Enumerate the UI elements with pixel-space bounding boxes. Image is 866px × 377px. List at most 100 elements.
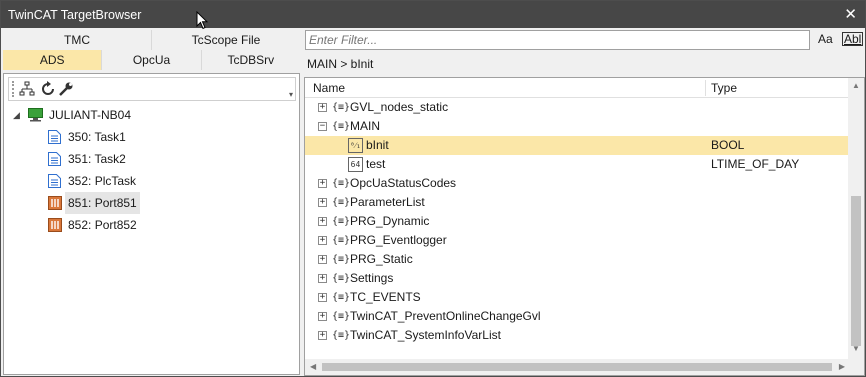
tree-node-label: 351: Task2 <box>68 152 126 166</box>
tab-tcscope-file[interactable]: TcScope File <box>152 30 300 50</box>
expand-icon[interactable]: + <box>318 255 327 264</box>
grid-row[interactable]: + {≡} TwinCAT_SystemInfoVarList <box>305 326 849 345</box>
task-icon <box>48 152 61 166</box>
right-pane: Aa Abl MAIN > bInit Name Type +{≡}GVL_no… <box>304 29 865 376</box>
namespace-icon: {≡} <box>332 121 351 132</box>
tree-node-port[interactable]: 851: Port851 <box>4 192 299 214</box>
target-browser-window: TwinCAT TargetBrowser ✕ TMC TcScope File… <box>0 0 866 377</box>
tree-view-icon[interactable] <box>19 81 35 97</box>
refresh-icon[interactable] <box>40 81 56 97</box>
collapse-icon[interactable]: − <box>318 122 327 131</box>
grid-row[interactable]: + {≡} OpcUaStatusCodes <box>305 174 849 193</box>
namespace-icon: {≡} <box>332 311 351 322</box>
plc-port-icon <box>48 196 62 210</box>
computer-icon <box>28 108 43 122</box>
expand-icon[interactable]: + <box>318 274 327 283</box>
match-case-toggle[interactable]: Aa <box>818 32 833 46</box>
tab-row-top: TMC TcScope File <box>3 30 300 50</box>
expand-icon[interactable]: + <box>318 103 327 112</box>
row-name: TwinCAT_PreventOnlineChangeGvl <box>350 309 541 323</box>
tree-node-label: 852: Port852 <box>68 218 137 232</box>
scroll-down-icon[interactable]: ▼ <box>852 344 860 353</box>
tree-node-port[interactable]: 852: Port852 <box>4 214 299 236</box>
bool-variable-icon: ⁰⁄₁ <box>348 138 363 153</box>
close-button[interactable]: ✕ <box>844 5 857 23</box>
scroll-right-icon[interactable]: ▶ <box>839 362 845 371</box>
plc-port-icon <box>48 218 62 232</box>
namespace-icon: {≡} <box>332 102 351 113</box>
horizontal-scrollbar[interactable]: ◀ ▶ <box>305 359 849 375</box>
grid-row[interactable]: + {≡} PRG_Eventlogger <box>305 231 849 250</box>
expand-icon[interactable]: + <box>318 331 327 340</box>
row-name: Settings <box>350 271 394 285</box>
scroll-thumb[interactable] <box>322 363 832 371</box>
expand-icon[interactable]: + <box>318 236 327 245</box>
tree-node-task[interactable]: 352: PlcTask <box>4 170 299 192</box>
expand-icon[interactable]: + <box>318 217 327 226</box>
wrench-icon[interactable] <box>58 81 74 97</box>
vertical-scrollbar[interactable]: ▲ ▼ <box>848 78 864 375</box>
left-pane: TMC TcScope File ADS OpcUa TcDBSrv ▾ ◢ J… <box>3 29 300 376</box>
tree-node-task[interactable]: 350: Task1 <box>4 126 299 148</box>
whole-word-toggle[interactable]: Abl <box>842 32 864 46</box>
tree-node-label: 352: PlcTask <box>68 174 137 188</box>
row-name: OpcUaStatusCodes <box>350 176 457 190</box>
title-bar[interactable]: TwinCAT TargetBrowser ✕ <box>1 1 865 30</box>
grid-row[interactable]: − {≡} MAIN <box>305 117 849 136</box>
grid-row[interactable]: + {≡} TC_EVENTS <box>305 288 849 307</box>
tree-node-root[interactable]: ◢ JULIANT-NB04 <box>4 104 299 126</box>
row-name: MAIN <box>350 119 380 133</box>
namespace-icon: {≡} <box>332 197 351 208</box>
tree-node-task[interactable]: 351: Task2 <box>4 148 299 170</box>
grid-row[interactable]: + {≡} GVL_nodes_static <box>305 98 849 117</box>
row-name: GVL_nodes_static <box>350 100 449 114</box>
row-name: bInit <box>366 138 389 152</box>
column-divider[interactable] <box>705 80 706 96</box>
grid-row[interactable]: + {≡} ParameterList <box>305 193 849 212</box>
namespace-icon: {≡} <box>332 292 351 303</box>
tab-tmc[interactable]: TMC <box>3 30 152 50</box>
task-icon <box>48 130 61 144</box>
toolbar-overflow-icon[interactable]: ▾ <box>289 90 293 99</box>
expand-icon[interactable]: + <box>318 179 327 188</box>
namespace-icon: {≡} <box>332 254 351 265</box>
symbol-grid: Name Type + {≡} GVL_nodes_static − {≡} MAIN ⁰⁄… <box>304 77 865 376</box>
tree-collapse-icon[interactable]: ◢ <box>13 104 20 126</box>
row-type: LTIME_OF_DAY <box>711 157 800 171</box>
grid-row[interactable]: 64 test LTIME_OF_DAY <box>305 155 849 174</box>
window-title: TwinCAT TargetBrowser <box>8 8 142 22</box>
namespace-icon: {≡} <box>332 178 351 189</box>
expand-icon[interactable]: + <box>318 293 327 302</box>
row-name: PRG_Eventlogger <box>350 233 447 247</box>
scroll-up-icon[interactable]: ▲ <box>852 81 860 90</box>
scroll-thumb[interactable] <box>851 196 861 346</box>
filter-input[interactable] <box>305 30 810 50</box>
grid-row[interactable]: + {≡} PRG_Static <box>305 250 849 269</box>
tab-ads[interactable]: ADS <box>3 50 103 70</box>
grid-row[interactable]: + {≡} Settings <box>305 269 849 288</box>
row-name: ParameterList <box>350 195 425 209</box>
tab-row-bottom: ADS OpcUa TcDBSrv <box>3 50 300 70</box>
left-toolbar: ▾ <box>8 77 296 101</box>
namespace-icon: {≡} <box>332 235 351 246</box>
column-header-type[interactable]: Type <box>711 81 737 95</box>
row-name: test <box>366 157 386 171</box>
tab-opcua[interactable]: OpcUa <box>102 50 202 70</box>
row-name: TwinCAT_SystemInfoVarList <box>350 328 501 342</box>
scroll-left-icon[interactable]: ◀ <box>310 362 316 371</box>
grid-header: Name Type <box>305 78 849 98</box>
row-name: TC_EVENTS <box>350 290 421 304</box>
grid-row[interactable]: + {≡} PRG_Dynamic <box>305 212 849 231</box>
grid-row[interactable]: ⁰⁄₁ bInit BOOL <box>305 136 849 155</box>
row-name: PRG_Dynamic <box>350 214 430 228</box>
expand-icon[interactable]: + <box>318 198 327 207</box>
tree-node-label: 851: Port851 <box>65 192 140 214</box>
column-header-name[interactable]: Name <box>313 81 345 95</box>
breadcrumb: MAIN > bInit <box>307 57 374 71</box>
row-name: PRG_Static <box>350 252 413 266</box>
toolbar-grip[interactable] <box>12 81 14 97</box>
task-icon <box>48 174 61 188</box>
expand-icon[interactable]: + <box>318 312 327 321</box>
grid-row[interactable]: + {≡} TwinCAT_PreventOnlineChangeGvl <box>305 307 849 326</box>
tab-tcdbsrv[interactable]: TcDBSrv <box>201 50 300 70</box>
